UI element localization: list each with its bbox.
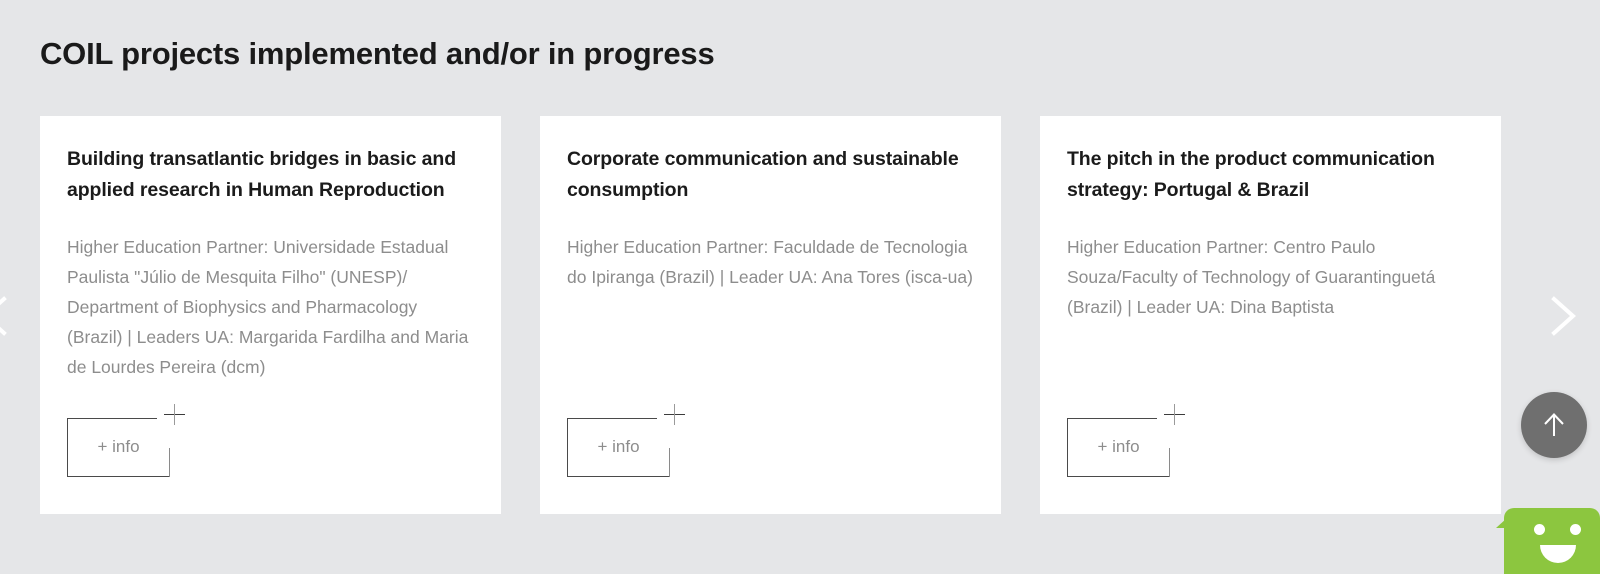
scroll-to-top-button[interactable] <box>1521 392 1587 458</box>
project-card[interactable]: Corporate communication and sustainable … <box>540 116 1001 514</box>
button-edge-bottom <box>1067 476 1170 477</box>
info-button-label: + info <box>1097 437 1140 456</box>
chat-widget-button[interactable] <box>1496 496 1600 574</box>
project-card-title: Building transatlantic bridges in basic … <box>67 148 457 201</box>
info-button-wrapper: + info <box>567 404 707 477</box>
projects-carousel: Building transatlantic bridges in basic … <box>0 116 1600 516</box>
project-card[interactable]: The pitch in the product communication s… <box>1040 116 1501 514</box>
project-card-title: The pitch in the product communication s… <box>1067 148 1435 201</box>
project-card[interactable]: Building transatlantic bridges in basic … <box>40 116 501 514</box>
chat-smiley-eye-right <box>1570 524 1581 535</box>
plus-icon <box>1164 404 1186 426</box>
carousel-track: Building transatlantic bridges in basic … <box>40 116 1501 514</box>
chat-bubble <box>1504 508 1600 574</box>
plus-icon <box>164 404 186 426</box>
info-button-wrapper: + info <box>1067 404 1207 477</box>
info-button-label: + info <box>597 437 640 456</box>
info-button[interactable]: + info <box>567 418 670 477</box>
project-card-description: Higher Education Partner: Faculdade de T… <box>567 237 973 287</box>
plus-icon <box>664 404 686 426</box>
chevron-right-icon <box>1551 296 1576 336</box>
arrow-up-icon <box>1544 413 1564 436</box>
chevron-left-icon <box>0 296 7 336</box>
info-button[interactable]: + info <box>67 418 170 477</box>
page-root: COIL projects implemented and/or in prog… <box>0 0 1600 574</box>
button-edge-bottom <box>567 476 670 477</box>
carousel-next-button[interactable] <box>1534 289 1588 343</box>
project-card-description: Higher Education Partner: Centro Paulo S… <box>1067 237 1436 317</box>
button-edge-bottom <box>67 476 170 477</box>
info-button[interactable]: + info <box>1067 418 1170 477</box>
project-card-description: Higher Education Partner: Universidade E… <box>67 237 469 377</box>
info-button-label: + info <box>97 437 140 456</box>
info-button-wrapper: + info <box>67 404 207 477</box>
page-title: COIL projects implemented and/or in prog… <box>40 35 715 71</box>
project-card-title: Corporate communication and sustainable … <box>567 148 959 201</box>
carousel-prev-button[interactable] <box>0 289 24 343</box>
chat-smiley-eye-left <box>1534 524 1545 535</box>
